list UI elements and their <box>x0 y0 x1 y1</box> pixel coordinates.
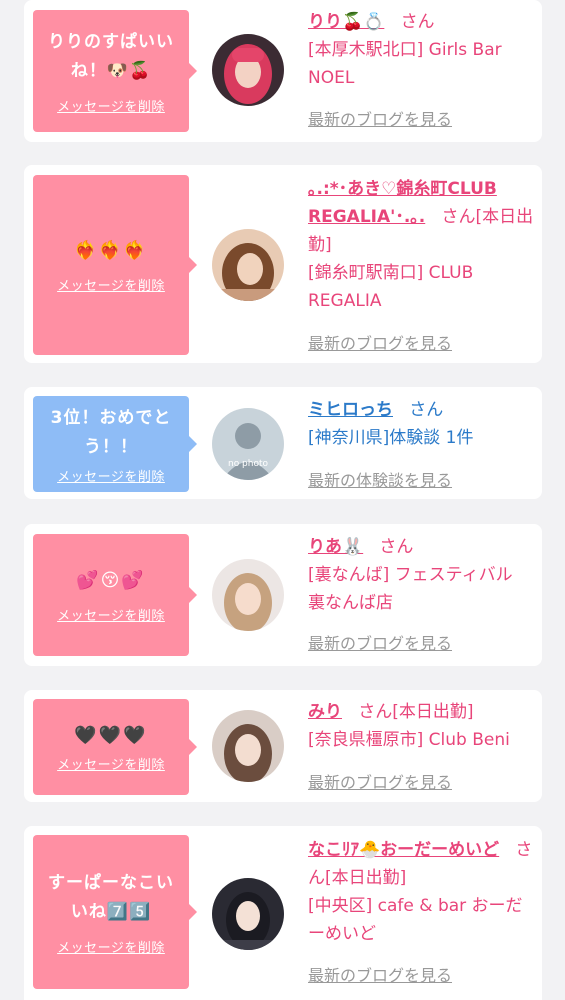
girl-name-link[interactable]: りあ🐰 <box>308 537 363 557</box>
honorific: さん <box>441 207 476 227</box>
latest-blog-link[interactable]: 最新のブログを見る <box>308 330 452 354</box>
girl-info: りり🍒💍 さん [本厚木駅北口] Girls Bar NOEL <box>308 8 534 92</box>
girl-name-link[interactable]: ミヒロっち <box>308 400 393 420</box>
delete-message-link[interactable]: メッセージを削除 <box>57 937 165 956</box>
message-bubble: りりのすぱいいね！🐶🍒 メッセージを削除 <box>33 10 197 132</box>
girl-name-link[interactable]: りり🍒💍 <box>308 12 384 32</box>
shop-name: [奈良県橿原市] Club Beni <box>308 730 510 750</box>
message-card: 🖤🖤🖤 メッセージを削除 みり さん[本日出勤] [奈良県橿原市] Club B… <box>24 690 542 802</box>
delete-message-link[interactable]: メッセージを削除 <box>57 605 165 624</box>
message-bubble: ❤️‍🔥❤️‍🔥❤️‍🔥 メッセージを削除 <box>33 175 197 355</box>
girl-info: みり さん[本日出勤] [奈良県橿原市] Club Beni <box>308 698 534 754</box>
girl-info: りあ🐰 さん [裏なんば] フェスティバル 裏なんば店 <box>308 533 534 617</box>
shop-name: [錦糸町駅南口] CLUB REGALIA <box>308 263 474 311</box>
latest-review-link[interactable]: 最新の体験談を見る <box>308 467 452 491</box>
message-bubble: すーぱーなこいいね7️⃣5️⃣ メッセージを削除 <box>33 835 197 989</box>
latest-blog-link[interactable]: 最新のブログを見る <box>308 106 452 130</box>
message-text: 💕😚💕 <box>76 570 146 591</box>
message-card: りりのすぱいいね！🐶🍒 メッセージを削除 りり🍒💍 さん [本厚木駅北口] Gi… <box>24 0 542 142</box>
status-badge: [本日出勤] <box>325 868 407 888</box>
message-text: りりのすぱいいね！🐶🍒 <box>48 31 174 81</box>
honorific: さん <box>379 537 414 557</box>
delete-message-link[interactable]: メッセージを削除 <box>57 275 165 294</box>
delete-message-link[interactable]: メッセージを削除 <box>57 96 165 115</box>
honorific: さん <box>358 702 393 722</box>
avatar[interactable] <box>212 559 284 631</box>
message-card: すーぱーなこいいね7️⃣5️⃣ メッセージを削除 なこﾘｱ🐣おーだーめいど さん… <box>24 826 542 1000</box>
latest-blog-link[interactable]: 最新のブログを見る <box>308 769 452 793</box>
latest-blog-link[interactable]: 最新のブログを見る <box>308 962 452 986</box>
shop-name: [本厚木駅北口] Girls Bar NOEL <box>308 40 502 88</box>
avatar[interactable] <box>212 878 284 950</box>
delete-message-link[interactable]: メッセージを削除 <box>57 466 165 485</box>
message-card: 💕😚💕 メッセージを削除 りあ🐰 さん [裏なんば] フェスティバル 裏なんば店… <box>24 524 542 666</box>
message-bubble: 💕😚💕 メッセージを削除 <box>33 534 197 656</box>
girl-info: ミヒロっち さん [神奈川県]体験談 1件 <box>308 396 534 452</box>
latest-blog-link[interactable]: 最新のブログを見る <box>308 630 452 654</box>
message-list: りりのすぱいいね！🐶🍒 メッセージを削除 りり🍒💍 さん [本厚木駅北口] Gi… <box>0 0 565 1000</box>
avatar[interactable]: no photo <box>212 408 284 480</box>
shop-name: [神奈川県]体験談 1件 <box>308 428 474 448</box>
honorific: さん <box>409 400 444 420</box>
avatar[interactable] <box>212 710 284 782</box>
message-text: 3位！おめでとう！！ <box>50 407 172 457</box>
girl-info: なこﾘｱ🐣おーだーめいど さん[本日出勤] [中央区] cafe & bar お… <box>308 836 534 948</box>
message-text: 🖤🖤🖤 <box>74 725 148 746</box>
avatar[interactable] <box>212 34 284 106</box>
girl-name-link[interactable]: みり <box>308 702 342 722</box>
avatar[interactable] <box>212 229 284 301</box>
message-text: ❤️‍🔥❤️‍🔥❤️‍🔥 <box>74 240 148 261</box>
girl-name-link[interactable]: なこﾘｱ🐣おーだーめいど <box>308 840 499 860</box>
message-bubble: 3位！おめでとう！！ メッセージを削除 <box>33 396 197 492</box>
girl-info: ｡.:*･あき♡錦糸町CLUB REGALIA'･.｡. さん[本日出勤] [錦… <box>308 175 534 315</box>
message-text: すーぱーなこいいね7️⃣5️⃣ <box>48 872 174 922</box>
honorific: さん <box>400 12 435 32</box>
message-bubble: 🖤🖤🖤 メッセージを削除 <box>33 699 197 795</box>
message-card: 3位！おめでとう！！ メッセージを削除 no photo ミヒロっち さん [神… <box>24 387 542 499</box>
message-card: ❤️‍🔥❤️‍🔥❤️‍🔥 メッセージを削除 ｡.:*･あき♡錦糸町CLUB RE… <box>24 165 542 363</box>
no-photo-text: no photo <box>228 459 269 469</box>
shop-name: [裏なんば] フェスティバル 裏なんば店 <box>308 565 513 613</box>
delete-message-link[interactable]: メッセージを削除 <box>57 754 165 773</box>
status-badge: [本日出勤] <box>392 702 474 722</box>
shop-name: [中央区] cafe & bar おーだーめいど <box>308 896 523 944</box>
